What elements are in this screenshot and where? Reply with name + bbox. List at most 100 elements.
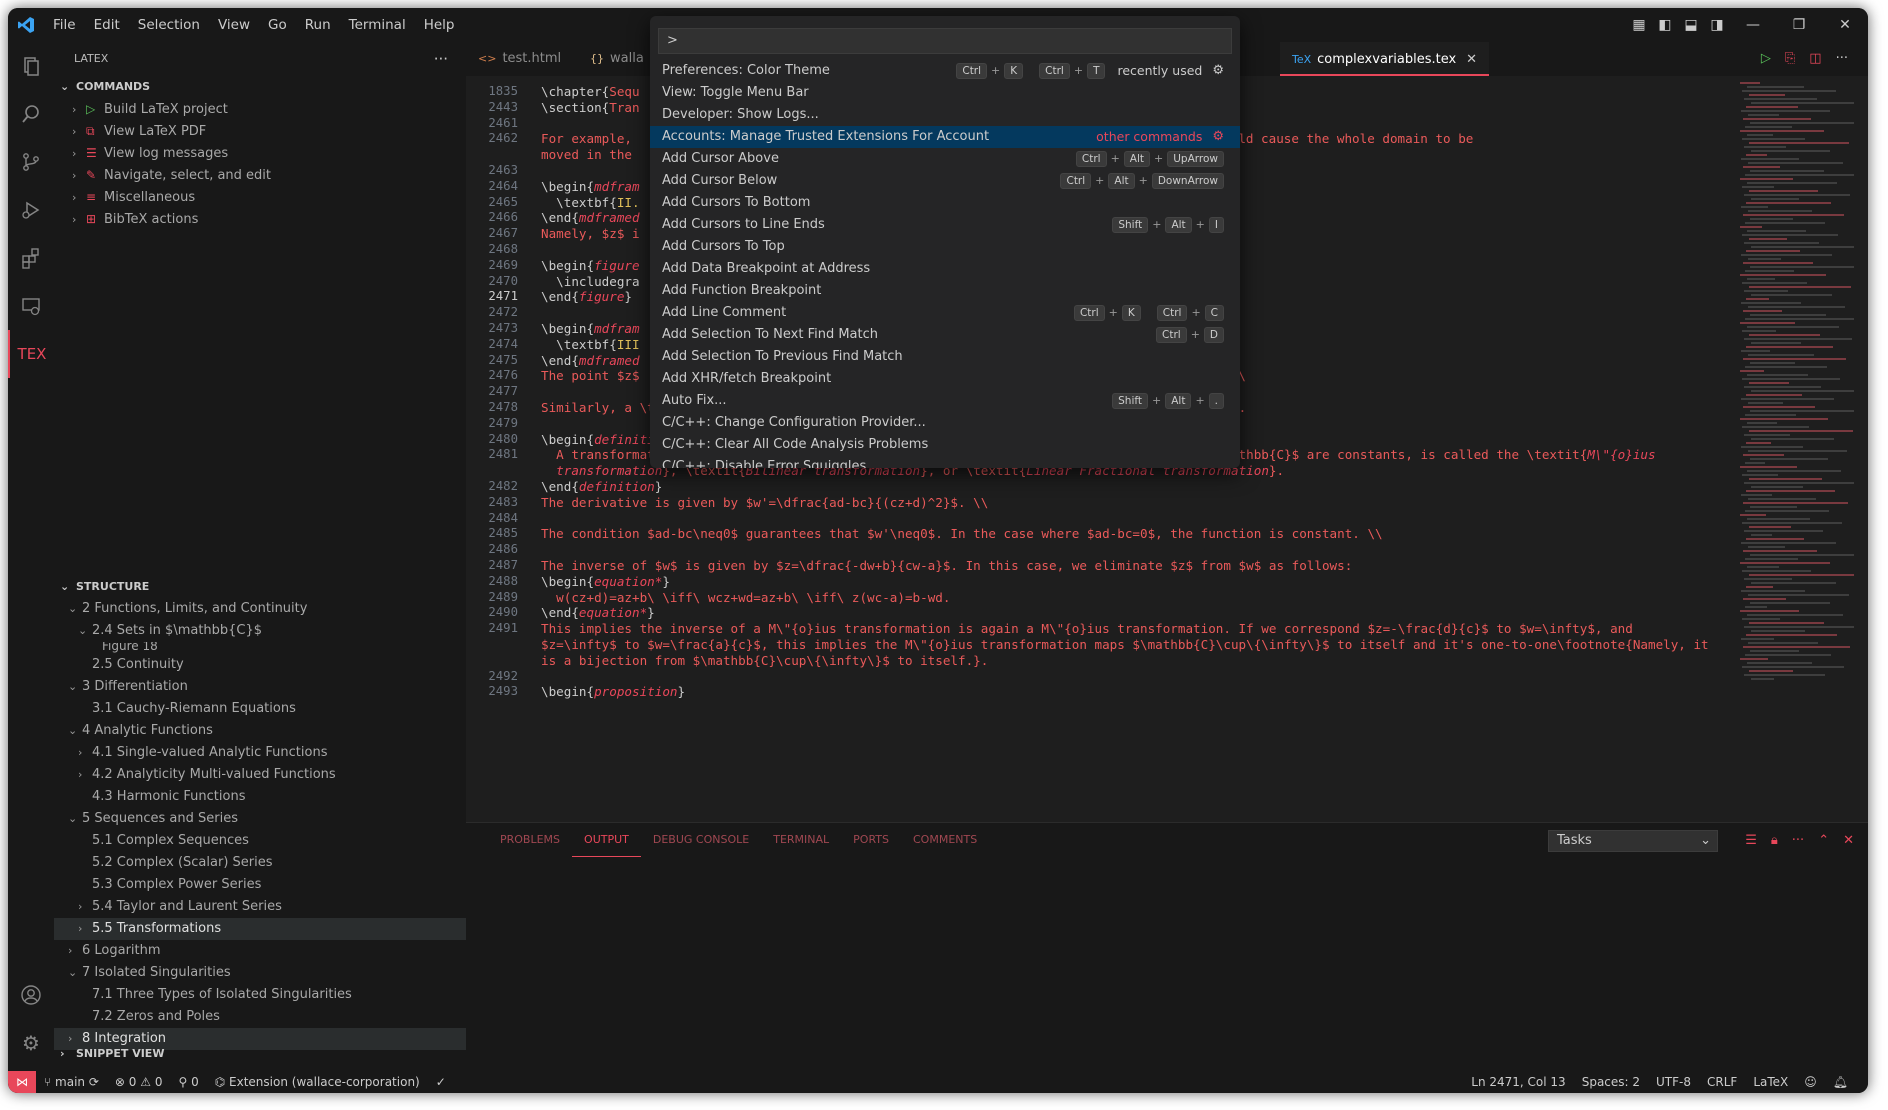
command-palette-item[interactable]: Preferences: Color Theme Ctrl + K Ctrl + Trece… [650,60,1240,82]
more-actions-icon[interactable]: ··· [434,42,448,76]
command-palette-item[interactable]: View: Toggle Menu Bar [650,82,1240,104]
structure-section-header[interactable]: ⌄ STRUCTURE [54,576,466,598]
language-mode[interactable]: LaTeX [1745,1075,1796,1089]
snippet-view-header[interactable]: › SNIPPET VIEW [54,1043,466,1065]
structure-item[interactable]: ⌄ 4 Analytic Functions [54,720,466,742]
cursor-position[interactable]: Ln 2471, Col 13 [1463,1075,1573,1089]
command-palette-item[interactable]: Add Selection To Next Find Match Ctrl + D [650,324,1240,346]
end-of-line[interactable]: CRLF [1699,1075,1745,1089]
menu-go[interactable]: Go [259,8,296,42]
settings-gear-icon[interactable]: ⚙ [8,1019,54,1067]
filter-list-icon[interactable]: ☰ [1745,833,1757,848]
tab-comments[interactable]: COMMENTS [901,823,989,857]
view-pdf-icon[interactable]: ⎘ [1785,42,1795,76]
search-icon[interactable] [8,90,54,138]
split-editor-icon[interactable]: ◫ [1809,42,1821,76]
structure-item[interactable]: › 5.5 Transformations [54,918,466,940]
copilot-icon[interactable]: ☺ [1796,1075,1825,1089]
menu-help[interactable]: Help [415,8,464,42]
structure-item[interactable]: › 4.1 Single-valued Analytic Functions [54,742,466,764]
more-actions-icon[interactable]: ··· [1792,833,1804,848]
structure-item[interactable]: Figure 18 [54,642,466,654]
structure-item[interactable]: ⌄ 2 Functions, Limits, and Continuity [54,598,466,620]
encoding[interactable]: UTF-8 [1648,1075,1699,1089]
minimize-button[interactable]: — [1730,17,1776,33]
close-panel-icon[interactable]: ✕ [1843,833,1854,848]
command-palette-item[interactable]: Add Cursors to Line Ends Shift + Alt + I [650,214,1240,236]
command-palette-item[interactable]: Auto Fix... Shift + Alt +. [650,390,1240,412]
explorer-icon[interactable] [8,42,54,90]
toggle-secondary-sidebar-icon[interactable]: ◨ [1704,17,1730,33]
structure-item[interactable]: ⌄ 3 Differentiation [54,676,466,698]
branch-indicator[interactable]: ⑂ main ⟳ [36,1075,107,1089]
command-palette-item[interactable]: Add Cursor Above Ctrl + Alt + UpArrow [650,148,1240,170]
command-palette-item[interactable]: Add Cursor Below Ctrl + Alt + DownArrow [650,170,1240,192]
command-palette-item[interactable]: Add Data Breakpoint at Address [650,258,1240,280]
toggle-sidebar-icon[interactable]: ◧ [1652,17,1678,33]
structure-item[interactable]: 5.2 Complex (Scalar) Series [54,852,466,874]
ports-indicator[interactable]: ⚲ 0 [170,1075,206,1089]
command-item[interactable]: › ⊞ BibTeX actions [54,208,466,230]
problems-indicator[interactable]: ⊗ 0 ⚠ 0 [107,1075,171,1089]
command-palette-item[interactable]: Add Cursors To Top [650,236,1240,258]
run-debug-icon[interactable] [8,186,54,234]
command-item[interactable]: › ✎ Navigate, select, and edit [54,164,466,186]
command-palette-item[interactable]: C/C++: Disable Error Squiggles [650,456,1240,468]
close-window-button[interactable]: ✕ [1822,17,1868,33]
structure-item[interactable]: ⌄ 5 Sequences and Series [54,808,466,830]
remote-indicator-icon[interactable]: ⋈ [8,1071,36,1093]
structure-item[interactable]: ⌄ 2.4 Sets in $\mathbb{C}$ [54,620,466,642]
tab-walla[interactable]: {} walla [578,42,656,76]
customize-layout-icon[interactable]: ▦ [1626,17,1652,33]
structure-item[interactable]: ⌄ 7 Isolated Singularities [54,962,466,984]
account-icon[interactable] [8,971,54,1019]
tab-ports[interactable]: PORTS [841,823,901,857]
tab-problems[interactable]: PROBLEMS [488,823,572,857]
command-item[interactable]: › ▷ Build LaTeX project [54,98,466,120]
command-palette-item[interactable]: Add XHR/fetch Breakpoint [650,368,1240,390]
extension-indicator[interactable]: ⌬ Extension (wallace-corporation) [207,1075,428,1089]
lock-icon[interactable]: 🔒︎ [1771,833,1778,848]
menu-selection[interactable]: Selection [129,8,209,42]
commands-section-header[interactable]: ⌄ COMMANDS [54,76,466,98]
command-palette-input[interactable]: > [658,28,1232,54]
command-palette-item[interactable]: Add Cursors To Bottom [650,192,1240,214]
tab-complexvariables-tex[interactable]: TeX complexvariables.tex ✕ [1280,42,1490,76]
command-item[interactable]: › ≡ Miscellaneous [54,186,466,208]
maximize-panel-icon[interactable]: ⌃ [1818,833,1829,848]
command-palette-item[interactable]: Add Selection To Previous Find Match [650,346,1240,368]
restore-button[interactable]: ❐ [1776,17,1822,33]
extensions-icon[interactable] [8,234,54,282]
source-control-icon[interactable] [8,138,54,186]
command-item[interactable]: › ☰ View log messages [54,142,466,164]
remote-explorer-icon[interactable] [8,282,54,330]
tab-output[interactable]: OUTPUT [572,823,641,857]
menu-file[interactable]: File [44,8,85,42]
menu-view[interactable]: View [209,8,259,42]
tex-icon[interactable]: TEX [8,330,54,378]
structure-item[interactable]: 7.2 Zeros and Poles [54,1006,466,1028]
gear-icon[interactable]: ⚙ [1212,126,1224,148]
build-play-icon[interactable]: ▷ [1761,42,1771,76]
command-palette-item[interactable]: C/C++: Clear All Code Analysis Problems [650,434,1240,456]
structure-item[interactable]: 5.1 Complex Sequences [54,830,466,852]
vertical-scrollbar[interactable] [1854,76,1868,822]
close-tab-icon[interactable]: ✕ [1466,52,1477,67]
structure-item[interactable]: 3.1 Cauchy-Riemann Equations [54,698,466,720]
more-actions-icon[interactable]: ··· [1836,42,1848,76]
structure-item[interactable]: 7.1 Three Types of Isolated Singularitie… [54,984,466,1006]
structure-item[interactable]: 4.3 Harmonic Functions [54,786,466,808]
menu-run[interactable]: Run [296,8,340,42]
output-channel-select[interactable]: Tasks ⌄ [1548,830,1718,852]
structure-item[interactable]: › 4.2 Analyticity Multi-valued Functions [54,764,466,786]
command-palette-item[interactable]: Developer: Show Logs... [650,104,1240,126]
command-item[interactable]: › ⧉ View LaTeX PDF [54,120,466,142]
menu-edit[interactable]: Edit [85,8,129,42]
structure-item[interactable]: 5.3 Complex Power Series [54,874,466,896]
structure-item[interactable]: › 5.4 Taylor and Laurent Series [54,896,466,918]
check-icon[interactable]: ✓ [428,1075,454,1089]
structure-item[interactable]: › 6 Logarithm [54,940,466,962]
tab-terminal[interactable]: TERMINAL [761,823,841,857]
command-palette-item[interactable]: Add Line Comment Ctrl + K Ctrl + C [650,302,1240,324]
structure-item[interactable]: 2.5 Continuity [54,654,466,676]
